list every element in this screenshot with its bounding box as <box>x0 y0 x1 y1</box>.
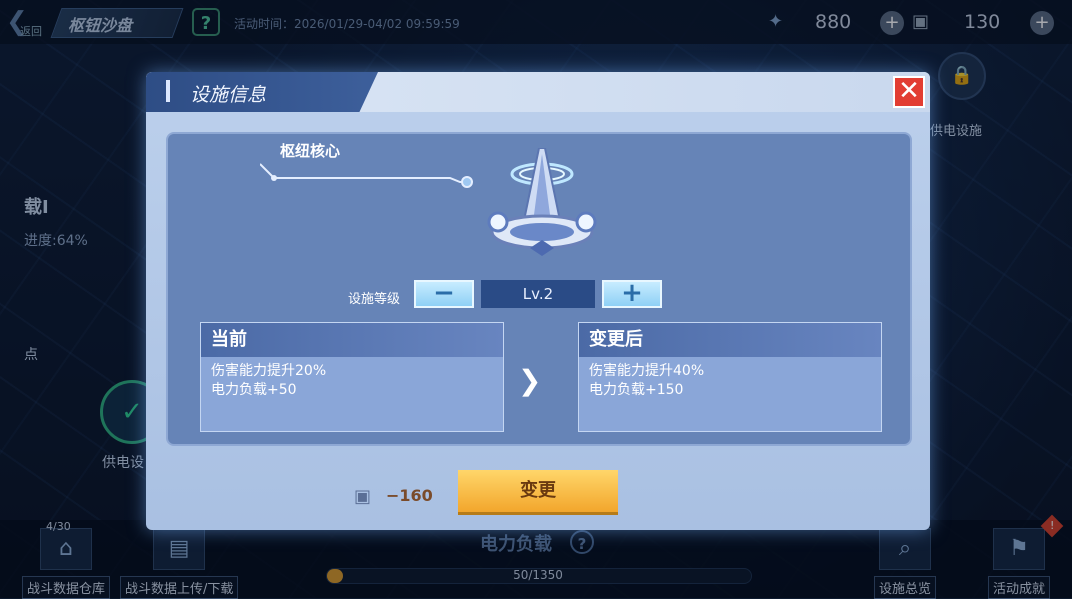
current-line: 电力负载+50 <box>211 382 297 398</box>
dialog-header-mark <box>166 80 170 102</box>
cube-cost-icon: ▣ <box>354 486 372 507</box>
cost-value: −160 <box>386 486 433 505</box>
after-header: 变更后 <box>579 323 881 357</box>
hub-core-icon <box>487 148 597 256</box>
chevron-right-icon: ❯ <box>518 364 542 397</box>
dialog-title: 设施信息 <box>190 84 267 106</box>
level-label: 设施等级 <box>348 292 401 307</box>
current-header: 当前 <box>201 323 503 357</box>
after-line: 电力负载+150 <box>589 382 684 398</box>
level-value: Lv.2 <box>481 280 595 308</box>
current-card: 当前 伤害能力提升20% 电力负载+50 <box>200 322 504 432</box>
facility-info-dialog: 设施信息 ✕ 枢纽核心 设施等级 − Lv.2 + 当前 伤害能力提升20% 电… <box>146 72 930 530</box>
facility-name-line <box>260 163 473 188</box>
current-line: 伤害能力提升20% <box>211 363 327 379</box>
close-button[interactable]: ✕ <box>893 76 925 108</box>
level-plus-button[interactable]: + <box>602 280 662 308</box>
change-button[interactable]: 变更 <box>458 470 618 512</box>
after-card: 变更后 伤害能力提升40% 电力负载+150 <box>578 322 882 432</box>
dialog-header: 设施信息 ✕ <box>146 72 930 112</box>
facility-name: 枢纽核心 <box>280 142 341 160</box>
level-minus-button[interactable]: − <box>414 280 474 308</box>
after-line: 伤害能力提升40% <box>589 363 705 379</box>
